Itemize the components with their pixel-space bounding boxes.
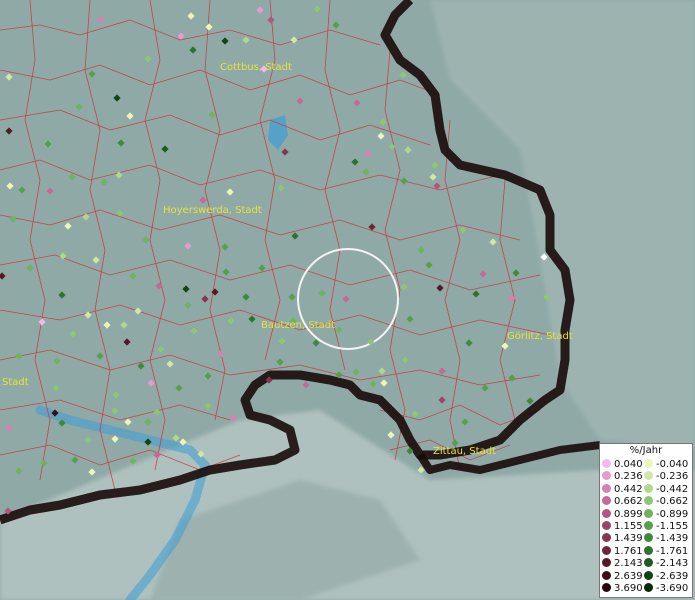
legend-row-negative: -0.442 [644, 483, 689, 496]
city-label-hoyerswerda: Hoyerswerda, Stadt [163, 205, 262, 216]
legend-swatch-positive [602, 533, 611, 543]
legend-swatch-positive [602, 496, 611, 506]
legend-label-positive: 1.439 [614, 533, 643, 545]
legend-label-positive: 0.899 [614, 508, 643, 520]
legend-swatch-negative [644, 471, 653, 481]
legend-swatch-positive [602, 459, 611, 468]
legend-row-negative: -1.155 [644, 521, 688, 533]
legend-label-positive: 2.143 [614, 558, 643, 570]
legend-row-positive: 0.442 [602, 483, 643, 496]
legend-swatch-negative [644, 558, 653, 568]
city-label-stadt: Stadt [2, 377, 29, 388]
legend-row-positive: 1.439 [602, 533, 643, 545]
legend-row-negative: -0.236 [644, 471, 688, 483]
legend-swatch-negative [644, 545, 653, 555]
legend-label-positive: 3.690 [614, 583, 643, 594]
legend-row-negative: -1.439 [644, 533, 688, 545]
legend-row-negative: -0.040 [644, 459, 688, 471]
legend-row-negative: -2.639 [644, 570, 689, 583]
legend-swatch-positive [602, 471, 611, 481]
legend-label-negative: -0.662 [656, 496, 689, 508]
legend: %/Jahr 0.040 0.236 0.442 0.662 0.899 1.155 1.4… [599, 443, 693, 598]
legend-swatch-positive [602, 570, 611, 580]
legend-row-positive: 1.761 [602, 545, 643, 558]
legend-row-positive: 0.662 [602, 496, 643, 508]
legend-swatch-negative [644, 521, 653, 530]
legend-label-negative: -3.690 [656, 583, 689, 594]
legend-swatch-positive [602, 545, 611, 555]
legend-row-positive: 3.690 [602, 583, 643, 595]
legend-label-positive: 1.155 [614, 521, 643, 532]
legend-row-negative: -0.662 [644, 496, 688, 508]
legend-row-negative: -2.143 [644, 558, 688, 570]
legend-label-positive: 0.662 [614, 496, 643, 508]
legend-label-negative: -0.899 [656, 508, 689, 520]
legend-row-positive: 2.143 [602, 558, 643, 570]
legend-label-negative: -1.439 [656, 533, 689, 545]
city-label-cottbus: Cottbus, Stadt [220, 62, 292, 73]
legend-swatch-positive [602, 583, 611, 592]
legend-row-positive: 0.899 [602, 508, 643, 521]
legend-row-negative: -3.690 [644, 583, 688, 595]
legend-swatch-negative [644, 533, 653, 543]
city-label-goerlitz: Görlitz, Stadt [507, 331, 573, 342]
legend-row-positive: 1.155 [602, 521, 643, 533]
legend-swatch-positive [602, 508, 611, 518]
legend-label-negative: -0.040 [656, 459, 689, 470]
legend-row-positive: 2.639 [602, 570, 643, 583]
city-label-bautzen: Bautzen, Stadt [261, 320, 335, 331]
legend-swatch-negative [644, 496, 653, 506]
legend-swatch-negative [644, 459, 653, 468]
legend-swatch-negative [644, 570, 653, 580]
legend-label-positive: 1.761 [614, 545, 643, 557]
legend-label-negative: -0.442 [656, 483, 689, 495]
legend-label-positive: 2.639 [614, 570, 643, 582]
legend-row-negative: -0.899 [644, 508, 689, 521]
legend-swatch-positive [602, 483, 611, 493]
legend-swatch-negative [644, 483, 653, 493]
legend-swatch-positive [602, 521, 611, 530]
legend-label-negative: -1.155 [656, 521, 689, 532]
legend-swatch-negative [644, 583, 653, 592]
legend-swatch-negative [644, 508, 653, 518]
legend-swatch-positive [602, 558, 611, 568]
legend-label-negative: -1.761 [656, 545, 689, 557]
legend-label-negative: -2.143 [656, 558, 689, 570]
legend-label-positive: 0.442 [614, 483, 643, 495]
legend-row-positive: 0.236 [602, 471, 643, 483]
legend-label-positive: 0.040 [614, 459, 643, 470]
legend-label-negative: -2.639 [656, 570, 689, 582]
legend-label-positive: 0.236 [614, 471, 643, 483]
legend-title: %/Jahr [629, 445, 663, 456]
city-label-zittau: Zittau, Stadt [433, 446, 496, 457]
map-canvas[interactable]: Cottbus, Stadt Hoyerswerda, Stadt Bautze… [0, 0, 695, 600]
legend-row-negative: -1.761 [644, 545, 689, 558]
legend-label-negative: -0.236 [656, 471, 689, 483]
legend-row-positive: 0.040 [602, 459, 643, 471]
